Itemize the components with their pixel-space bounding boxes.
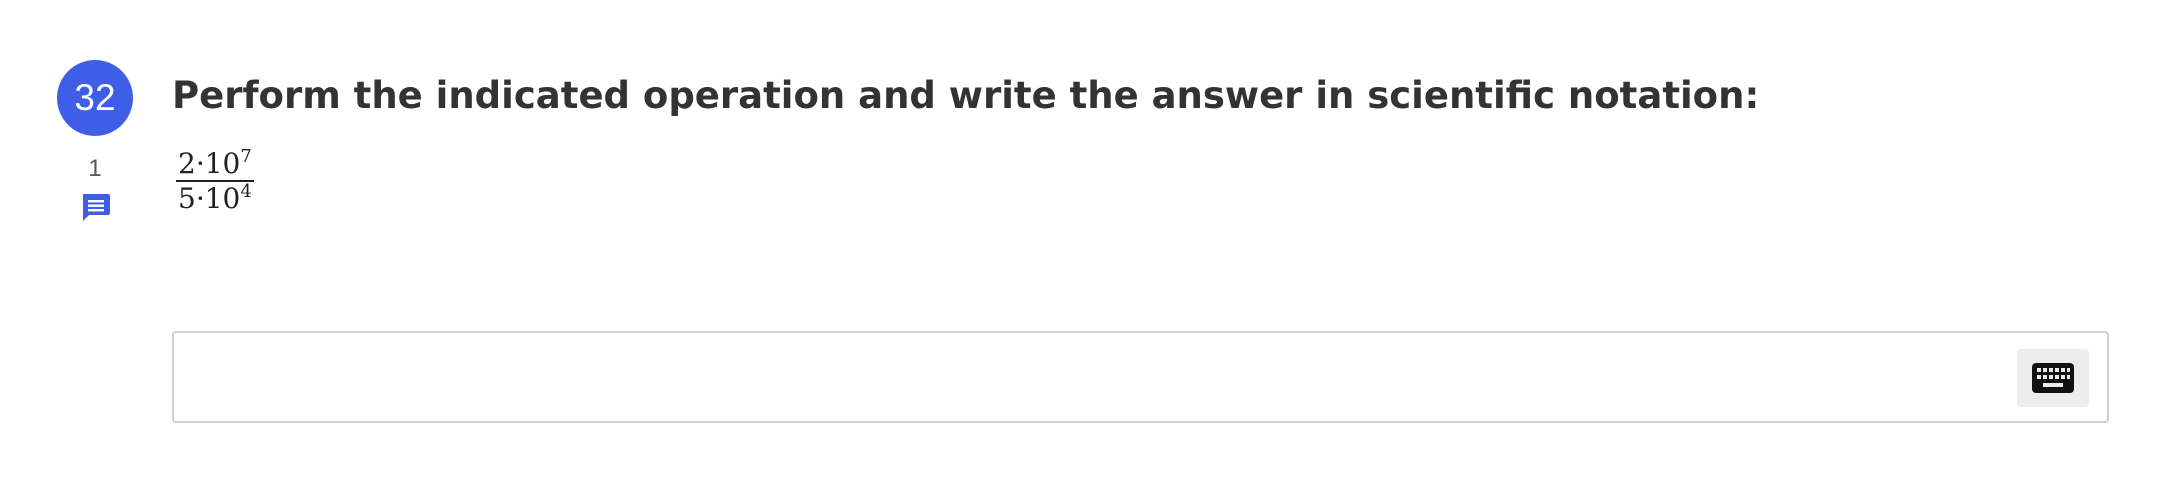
comment-icon[interactable]	[80, 193, 111, 223]
numerator-coefficient: 2	[178, 147, 196, 180]
keyboard-icon	[2032, 363, 2074, 393]
numerator-base: 10	[204, 147, 241, 180]
question-prompt: Perform the indicated operation and writ…	[172, 74, 1760, 117]
question-page: 32 1 Perform the indicated operation and…	[0, 0, 2180, 496]
denominator-exponent: 4	[240, 181, 252, 202]
math-fraction: 2·107 5·104	[176, 147, 254, 213]
numerator-exponent: 7	[240, 146, 252, 167]
numerator-operator: ·	[195, 147, 205, 180]
fraction-denominator: 5·104	[176, 182, 254, 213]
question-number-badge: 32	[57, 60, 133, 136]
math-keyboard-button[interactable]	[2017, 349, 2089, 407]
question-points: 1	[88, 155, 102, 182]
fraction-numerator: 2·107	[176, 147, 254, 180]
answer-field[interactable]	[172, 331, 2109, 423]
answer-input[interactable]	[182, 341, 1986, 415]
denominator-base: 10	[204, 182, 241, 215]
question-number: 32	[74, 77, 116, 118]
denominator-operator: ·	[195, 182, 205, 215]
denominator-coefficient: 5	[178, 182, 196, 215]
